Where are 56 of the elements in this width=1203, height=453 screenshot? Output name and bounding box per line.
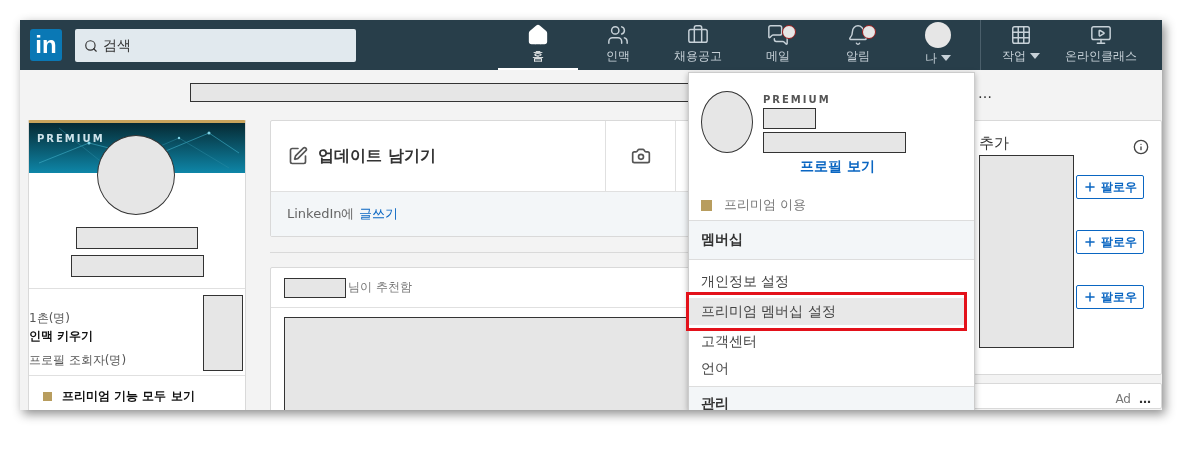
- menu-item[interactable]: 언어: [689, 355, 974, 382]
- pencil-icon: [288, 146, 308, 166]
- ad-label: Ad: [1115, 392, 1131, 406]
- plus-icon: [1082, 290, 1097, 304]
- menu-section-header: 멤버십: [689, 220, 974, 260]
- search-field[interactable]: 검색: [75, 28, 356, 62]
- briefcase-icon: [687, 23, 709, 46]
- post-prompt: LinkedIn에 글쓰기: [287, 205, 398, 223]
- profile-viewers-count: 프로필 조회자(명): [29, 352, 127, 369]
- nav-tab[interactable]: 채용공고: [658, 20, 738, 70]
- premium-icon: [43, 392, 52, 401]
- premium-icon: [701, 199, 712, 211]
- nav-tab[interactable]: 홈: [498, 20, 578, 70]
- nav-tab[interactable]: 나: [898, 20, 978, 70]
- avatar: [925, 21, 951, 48]
- avatar: [701, 91, 753, 153]
- follow-button[interactable]: 팔로우: [1075, 175, 1144, 199]
- messages-icon: [767, 23, 789, 46]
- redacted-block: [284, 277, 346, 298]
- people-icon: [607, 23, 629, 46]
- recommended-label: 님이 추천함: [348, 279, 412, 296]
- nav-tab[interactable]: 알림: [818, 20, 898, 70]
- nav-tab[interactable]: 인맥: [578, 20, 658, 70]
- info-icon[interactable]: [1133, 139, 1149, 155]
- more-button[interactable]: …: [1139, 392, 1151, 406]
- view-profile-link[interactable]: 프로필 보기: [701, 158, 974, 176]
- grow-network-link[interactable]: 인맥 키우기: [29, 328, 127, 345]
- more-button[interactable]: …: [978, 84, 992, 101]
- camera-icon: [630, 146, 651, 166]
- redacted-block: [763, 108, 816, 129]
- follow-button[interactable]: 팔로우: [1075, 285, 1144, 309]
- caret-icon: [1030, 53, 1040, 59]
- card-title: 추가: [978, 134, 1009, 152]
- menu-section-header: 관리: [689, 386, 974, 410]
- plus-icon: [1082, 180, 1097, 194]
- premium-label: PREMIUM: [763, 94, 832, 105]
- home-icon: [527, 23, 549, 46]
- connections-count: 1촌(명): [29, 310, 71, 327]
- follow-button[interactable]: 팔로우: [1075, 230, 1144, 254]
- search-icon: [84, 38, 98, 53]
- caret-icon: [941, 55, 951, 61]
- logo[interactable]: in: [30, 29, 62, 61]
- video-icon: [1090, 23, 1112, 46]
- menu-item[interactable]: 프리미엄 이용: [689, 176, 974, 220]
- premium-label: PREMIUM: [37, 133, 105, 144]
- menu-item[interactable]: 개인정보 설정: [689, 268, 974, 295]
- grid-icon: [1010, 23, 1032, 46]
- write-post-link[interactable]: 글쓰기: [358, 206, 398, 221]
- menu-item[interactable]: 고객센터: [689, 328, 974, 355]
- premium-features-link[interactable]: 프리미엄 기능 모두 보기: [62, 388, 195, 405]
- nav-tab[interactable]: 온라인클래스: [1061, 20, 1141, 70]
- nav-tab[interactable]: 메일: [738, 20, 818, 70]
- plus-icon: [1082, 235, 1097, 249]
- menu-item[interactable]: 프리미엄 멤버십 설정: [689, 298, 964, 325]
- bell-icon: [847, 23, 869, 46]
- nav-tab[interactable]: 작업: [981, 20, 1061, 70]
